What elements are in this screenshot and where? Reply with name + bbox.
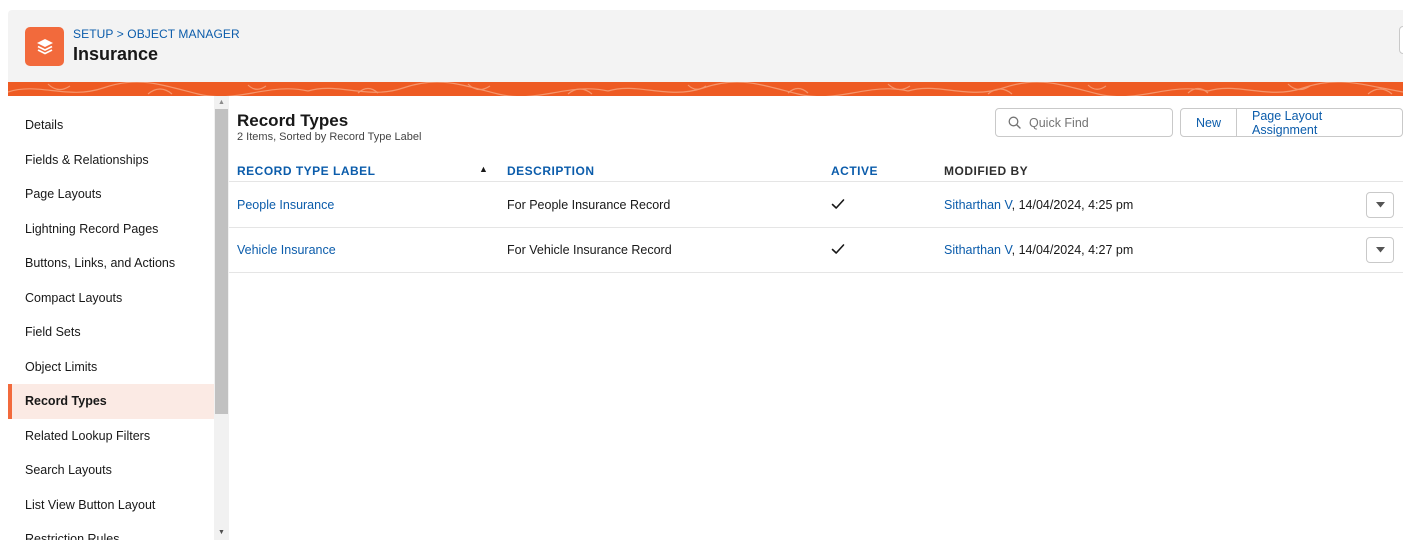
section-title: Record Types xyxy=(237,111,349,130)
sidebar-item-field-sets[interactable]: Field Sets xyxy=(8,315,215,350)
sidebar-item-buttons-links-actions[interactable]: Buttons, Links, and Actions xyxy=(8,246,215,281)
table-row: People Insurance For People Insurance Re… xyxy=(229,183,1403,228)
sidebar-item-search-layouts[interactable]: Search Layouts xyxy=(8,453,215,488)
main-content: Record Types 2 Items, Sorted by Record T… xyxy=(229,96,1403,540)
decorative-banner xyxy=(8,82,1403,96)
record-type-description: For Vehicle Insurance Record xyxy=(507,243,672,257)
sort-ascending-icon[interactable]: ▲ xyxy=(479,164,488,174)
record-type-label-link[interactable]: People Insurance xyxy=(237,198,334,212)
table-row: Vehicle Insurance For Vehicle Insurance … xyxy=(229,228,1403,273)
column-header-active[interactable]: ACTIVE xyxy=(831,164,878,178)
search-icon xyxy=(1008,116,1021,129)
sidebar-item-compact-layouts[interactable]: Compact Layouts xyxy=(8,281,215,316)
table-header: RECORD TYPE LABEL ▲ DESCRIPTION ACTIVE M… xyxy=(229,158,1403,182)
modified-by-cell: Sitharthan V, 14/04/2024, 4:27 pm xyxy=(944,243,1133,257)
checkmark-icon xyxy=(831,244,845,254)
modified-by-user-link[interactable]: Sitharthan V xyxy=(944,243,1012,257)
sidebar-item-related-lookup-filters[interactable]: Related Lookup Filters xyxy=(8,419,215,454)
chevron-down-icon xyxy=(1375,202,1385,208)
page-layout-assignment-button[interactable]: Page Layout Assignment xyxy=(1236,109,1402,137)
record-type-description: For People Insurance Record xyxy=(507,198,671,212)
sidebar-item-record-types[interactable]: Record Types xyxy=(8,384,215,419)
sidebar-item-details[interactable]: Details xyxy=(8,108,215,143)
sidebar-scrollbar[interactable]: ▲ ▼ xyxy=(214,96,229,540)
layers-icon xyxy=(25,27,64,66)
column-header-modified-by: MODIFIED BY xyxy=(944,164,1029,178)
sidebar-item-page-layouts[interactable]: Page Layouts xyxy=(8,177,215,212)
column-header-description[interactable]: DESCRIPTION xyxy=(507,164,595,178)
sidebar-item-list-view-button-layout[interactable]: List View Button Layout xyxy=(8,488,215,523)
modified-by-user-link[interactable]: Sitharthan V xyxy=(944,198,1012,212)
section-subtitle: 2 Items, Sorted by Record Type Label xyxy=(237,131,422,143)
header-button-group: New Page Layout Assignment xyxy=(1180,108,1403,137)
sidebar-item-restriction-rules[interactable]: Restriction Rules xyxy=(8,522,215,540)
modified-date: , 14/04/2024, 4:27 pm xyxy=(1011,243,1134,257)
object-header: SETUP > OBJECT MANAGER Insurance xyxy=(8,10,1403,82)
chevron-down-icon xyxy=(1375,247,1385,253)
quick-find-input[interactable] xyxy=(1029,115,1169,130)
breadcrumb[interactable]: SETUP > OBJECT MANAGER xyxy=(73,27,240,41)
header-action-button[interactable] xyxy=(1399,26,1403,54)
new-button[interactable]: New xyxy=(1181,109,1236,136)
scroll-up-arrow-icon[interactable]: ▲ xyxy=(214,98,229,108)
scroll-down-arrow-icon[interactable]: ▼ xyxy=(214,528,229,538)
row-actions-button[interactable] xyxy=(1366,192,1394,218)
page-title: Insurance xyxy=(73,44,159,64)
record-type-label-link[interactable]: Vehicle Insurance xyxy=(237,243,336,257)
modified-date: , 14/04/2024, 4:25 pm xyxy=(1011,198,1134,212)
sidebar-item-fields-relationships[interactable]: Fields & Relationships xyxy=(8,143,215,178)
modified-by-cell: Sitharthan V, 14/04/2024, 4:25 pm xyxy=(944,198,1133,212)
scrollbar-thumb[interactable] xyxy=(215,109,228,414)
row-actions-button[interactable] xyxy=(1366,237,1394,263)
sidebar-nav: Details Fields & Relationships Page Layo… xyxy=(8,96,215,540)
quick-find-field[interactable] xyxy=(995,108,1173,137)
checkmark-icon xyxy=(831,199,845,209)
sidebar-item-lightning-record-pages[interactable]: Lightning Record Pages xyxy=(8,212,215,247)
sidebar-item-object-limits[interactable]: Object Limits xyxy=(8,350,215,385)
column-header-record-type-label[interactable]: RECORD TYPE LABEL xyxy=(237,164,376,178)
